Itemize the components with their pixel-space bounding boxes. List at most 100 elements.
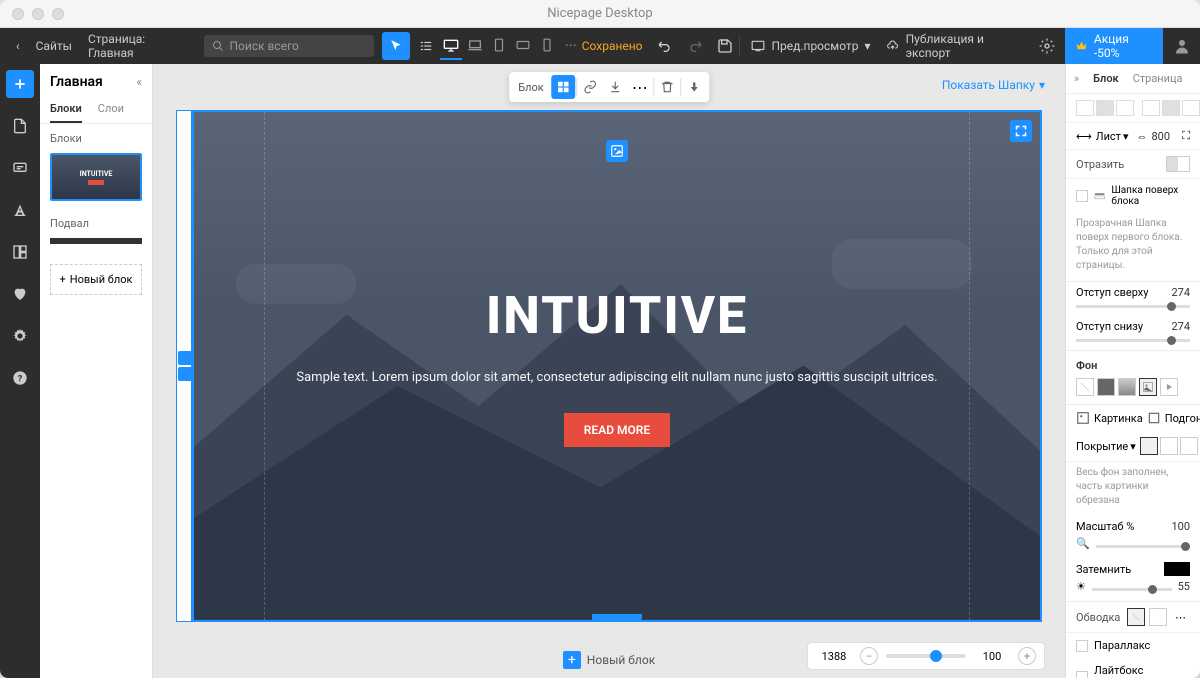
valign-3[interactable] [1182,100,1200,116]
cover-opt-1[interactable] [1140,437,1158,455]
pad-bot-value[interactable]: 274 [1171,320,1190,333]
scale-slider[interactable] [1096,545,1190,548]
expand-button[interactable] [1010,120,1032,142]
device-tablet[interactable] [488,32,510,60]
bg-color[interactable] [1097,378,1115,396]
cover-opt-3[interactable] [1180,437,1198,455]
canvas[interactable]: INTUITIVE Sample text. Lorem ipsum dolor… [192,110,1042,622]
width-mode[interactable]: Лист ▾ [1096,130,1129,143]
bt-delete[interactable] [655,75,679,99]
align-2[interactable] [1096,100,1114,116]
bt-link[interactable] [578,75,602,99]
width-value[interactable]: 800 [1152,130,1171,143]
bg-video[interactable] [1160,378,1178,396]
search-input[interactable]: Поиск всего [204,35,374,57]
header-desc: Прозрачная Шапка поверх первого блока. Т… [1066,213,1200,282]
collapse-right[interactable]: » [1074,72,1079,85]
bt-download[interactable] [603,75,627,99]
image-icon[interactable] [606,140,628,162]
valign-2[interactable] [1162,100,1180,116]
layout-icon[interactable] [6,238,34,266]
text-icon[interactable] [6,196,34,224]
device-phone[interactable] [536,32,558,60]
parallax-checkbox[interactable] [1076,640,1088,652]
cover-opt-2[interactable] [1160,437,1178,455]
zoom-in[interactable]: + [1018,647,1036,665]
image-picker[interactable]: Картинка [1076,411,1143,425]
footer-thumbnail[interactable] [50,238,142,244]
publish-button[interactable]: Публикация и экспорт [878,32,1031,60]
gear-icon[interactable] [6,322,34,350]
fit-button[interactable]: Подгонка [1147,411,1200,425]
resize-bottom[interactable] [592,614,642,622]
bg-image[interactable] [1139,378,1157,396]
darken-color[interactable] [1164,562,1190,576]
favorites-icon[interactable] [6,280,34,308]
back-chevron[interactable]: ‹ [8,39,28,53]
block-thumbnail[interactable]: INTUITIVE [50,153,142,201]
reflect-toggle[interactable] [1166,156,1190,172]
valign-1[interactable] [1142,100,1160,116]
tab-page[interactable]: Страница [1133,70,1183,87]
sites-link[interactable]: Сайты [28,39,80,53]
tab-block[interactable]: Блок [1093,70,1119,87]
new-block-button[interactable]: + Новый блок [50,264,142,295]
cursor-tool[interactable] [382,32,410,60]
scale-value[interactable]: 100 [1171,520,1190,533]
bt-more[interactable]: ⋯ [628,75,652,99]
ruler-handle-2[interactable] [178,367,192,381]
maximize-window[interactable] [52,8,64,20]
stroke-none[interactable] [1127,608,1145,626]
align-1[interactable] [1076,100,1094,116]
user-avatar[interactable] [1171,35,1192,57]
pad-top-value[interactable]: 274 [1171,286,1190,299]
tab-layers[interactable]: Слои [98,96,124,123]
ruler-handle-1[interactable] [178,351,192,365]
zoom-out[interactable]: − [860,647,878,665]
zoom-percent[interactable]: 100 [974,650,1010,663]
hero-text[interactable]: Sample text. Lorem ipsum dolor sit amet,… [296,370,937,385]
device-tablet-h[interactable] [512,32,534,60]
minimize-window[interactable] [32,8,44,20]
device-desktop[interactable] [440,32,462,60]
settings-button[interactable] [1038,36,1057,56]
cover-dropdown[interactable]: Покрытие ▾ [1076,440,1136,453]
add-element-button[interactable] [6,70,34,98]
device-laptop[interactable] [464,32,486,60]
bt-layout[interactable] [551,75,575,99]
block-label: Блок [512,81,550,94]
ruler-left[interactable] [176,110,192,622]
page-icon[interactable] [6,112,34,140]
preview-button[interactable]: Пред.просмотр ▾ [743,39,878,53]
close-window[interactable] [12,8,24,20]
show-header-link[interactable]: Показать Шапку ▾ [942,78,1045,92]
header-over-checkbox[interactable] [1076,190,1088,202]
stroke-solid[interactable] [1149,608,1167,626]
stroke-more[interactable]: ⋯ [1171,611,1190,624]
collapse-left[interactable]: « [136,75,142,89]
zoom-slider[interactable] [886,654,966,658]
bg-none[interactable] [1076,378,1094,396]
canvas-width[interactable]: 1388 [816,650,852,663]
bg-gradient[interactable] [1118,378,1136,396]
lightbox-checkbox[interactable] [1076,671,1088,678]
save-button[interactable] [715,36,735,56]
promo-button[interactable]: Акция -50% [1065,26,1164,66]
page-breadcrumb[interactable]: Страница: Главная [80,32,196,60]
pad-top-slider[interactable] [1076,305,1190,308]
bt-arrow-down[interactable] [682,75,706,99]
help-icon[interactable]: ? [6,364,34,392]
list-tool[interactable] [412,32,440,60]
align-3[interactable] [1116,100,1134,116]
tab-blocks[interactable]: Блоки [50,96,82,123]
hero-heading[interactable]: INTUITIVE [296,285,937,346]
read-more-button[interactable]: READ MORE [564,413,670,447]
add-block-button[interactable]: + Новый блок [563,651,655,669]
darken-slider[interactable] [1092,588,1172,591]
device-more[interactable]: ⋯ [560,32,582,60]
comment-icon[interactable] [6,154,34,182]
redo-button[interactable] [685,36,705,56]
undo-button[interactable] [655,36,675,56]
pad-bot-slider[interactable] [1076,339,1190,342]
responsive-icon[interactable]: ⛶ [1182,129,1190,143]
